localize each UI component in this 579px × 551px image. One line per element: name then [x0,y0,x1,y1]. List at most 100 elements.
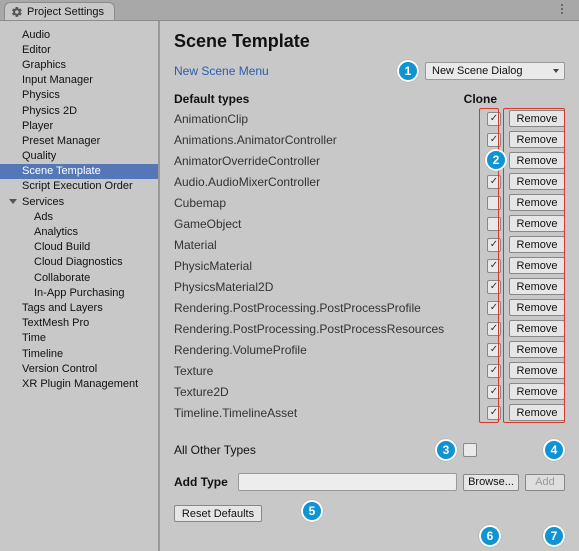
remove-button[interactable]: Remove [509,341,565,358]
add-type-label: Add Type [174,475,232,489]
type-name: Texture [174,364,487,378]
sidebar-item-physics[interactable]: Physics [0,88,158,103]
remove-button[interactable]: Remove [509,152,565,169]
clone-checkbox[interactable]: ✓ [487,343,501,357]
remove-button[interactable]: Remove [509,215,565,232]
clone-checkbox[interactable]: ✓ [487,112,501,126]
settings-categories-sidebar: AudioEditorGraphicsInput ManagerPhysicsP… [0,21,160,551]
type-name: Rendering.PostProcessing.PostProcessProf… [174,301,487,315]
sidebar-item-tags-and-layers[interactable]: Tags and Layers [0,300,158,315]
type-name: PhysicsMaterial2D [174,280,487,294]
sidebar-item-audio[interactable]: Audio [0,27,158,42]
clone-checkbox[interactable]: ✓ [487,364,501,378]
clone-checkbox[interactable]: ✓ [487,154,501,168]
callout-3: 3 [435,439,457,461]
new-scene-menu-link[interactable]: New Scene Menu [174,64,269,78]
clone-column-heading: Clone [464,92,497,106]
remove-button[interactable]: Remove [509,236,565,253]
tab-title: Project Settings [27,6,104,18]
sidebar-item-player[interactable]: Player [0,118,158,133]
type-row: Rendering.PostProcessing.PostProcessProf… [174,297,565,318]
sidebar-item-xr-plugin-management[interactable]: XR Plugin Management [0,376,158,391]
type-row: Texture2D✓Remove [174,381,565,402]
remove-button[interactable]: Remove [509,299,565,316]
clone-checkbox[interactable]: ✓ [487,322,501,336]
remove-button[interactable]: Remove [509,404,565,421]
type-row: Rendering.VolumeProfile✓ Remove [174,339,565,360]
all-other-types-label: All Other Types [174,443,256,457]
type-row: Audio.AudioMixerController✓ Remove [174,171,565,192]
add-button[interactable]: Add [525,474,565,491]
type-name: Rendering.VolumeProfile [174,343,487,357]
clone-checkbox[interactable]: ✓ [487,238,501,252]
new-scene-dialog-dropdown[interactable]: New Scene Dialog [425,62,565,80]
sidebar-item-editor[interactable]: Editor [0,42,158,57]
clone-checkbox[interactable]: ✓ [487,385,501,399]
sidebar-item-analytics[interactable]: Analytics [0,224,158,239]
remove-button[interactable]: Remove [509,362,565,379]
sidebar-item-version-control[interactable]: Version Control [0,361,158,376]
sidebar-item-cloud-build[interactable]: Cloud Build [0,240,158,255]
callout-7: 7 [543,525,565,547]
sidebar-item-scene-template[interactable]: Scene Template [0,164,158,179]
remove-button[interactable]: Remove [509,383,565,400]
sidebar-item-services[interactable]: Services [0,194,158,209]
type-name: GameObject [174,217,487,231]
page-title: Scene Template [174,31,565,52]
type-name: Material [174,238,487,252]
type-row: AnimationClip✓ Remove [174,108,565,129]
sidebar-item-collaborate[interactable]: Collaborate [0,270,158,285]
clone-checkbox[interactable]: ✓ [487,133,501,147]
all-other-types-checkbox[interactable] [463,443,477,457]
type-row: Texture✓ Remove [174,360,565,381]
type-name: Animations.AnimatorController [174,133,487,147]
clone-checkbox[interactable]: ✓ [487,175,501,189]
remove-button[interactable]: Remove [509,173,565,190]
type-name: AnimationClip [174,112,487,126]
type-row: PhysicsMaterial2D✓ Remove [174,276,565,297]
scene-template-panel: Scene Template New Scene Menu 1 New Scen… [160,21,579,551]
gear-icon [11,6,23,18]
clone-checkbox[interactable] [487,196,501,210]
sidebar-item-script-execution-order[interactable]: Script Execution Order [0,179,158,194]
type-row: Material✓ Remove [174,234,565,255]
default-types-heading: Default types [174,92,249,106]
clone-checkbox[interactable]: ✓ [487,280,501,294]
sidebar-item-in-app-purchasing[interactable]: In-App Purchasing [0,285,158,300]
sidebar-item-cloud-diagnostics[interactable]: Cloud Diagnostics [0,255,158,270]
clone-checkbox[interactable] [487,217,501,231]
type-row: AnimatorOverrideController✓Remove [174,150,565,171]
clone-checkbox[interactable]: ✓ [487,406,501,420]
remove-button[interactable]: Remove [509,278,565,295]
sidebar-item-graphics[interactable]: Graphics [0,57,158,72]
type-name: PhysicMaterial [174,259,487,273]
remove-button[interactable]: Remove [509,131,565,148]
sidebar-item-time[interactable]: Time [0,331,158,346]
context-menu-icon[interactable] [555,2,569,16]
remove-button[interactable]: Remove [509,320,565,337]
remove-button[interactable]: Remove [509,194,565,211]
sidebar-item-input-manager[interactable]: Input Manager [0,73,158,88]
default-types-list: AnimationClip✓RemoveAnimations.AnimatorC… [174,108,565,423]
sidebar-item-ads[interactable]: Ads [0,209,158,224]
type-row: PhysicMaterial✓ Remove [174,255,565,276]
reset-defaults-button[interactable]: Reset Defaults [174,505,262,522]
type-row: CubemapRemove [174,192,565,213]
type-name: Audio.AudioMixerController [174,175,487,189]
clone-checkbox[interactable]: ✓ [487,259,501,273]
add-type-input[interactable] [238,473,457,491]
sidebar-item-quality[interactable]: Quality [0,149,158,164]
sidebar-item-physics-2d[interactable]: Physics 2D [0,103,158,118]
browse-button[interactable]: Browse... [463,474,519,491]
type-row: Rendering.PostProcessing.PostProcessReso… [174,318,565,339]
callout-6: 6 [479,525,501,547]
tab-bar: Project Settings [0,0,579,20]
sidebar-item-preset-manager[interactable]: Preset Manager [0,133,158,148]
type-name: Timeline.TimelineAsset [174,406,487,420]
sidebar-item-textmesh-pro[interactable]: TextMesh Pro [0,316,158,331]
sidebar-item-timeline[interactable]: Timeline [0,346,158,361]
tab-project-settings[interactable]: Project Settings [4,2,115,20]
clone-checkbox[interactable]: ✓ [487,301,501,315]
remove-button[interactable]: Remove [509,110,565,127]
remove-button[interactable]: Remove [509,257,565,274]
